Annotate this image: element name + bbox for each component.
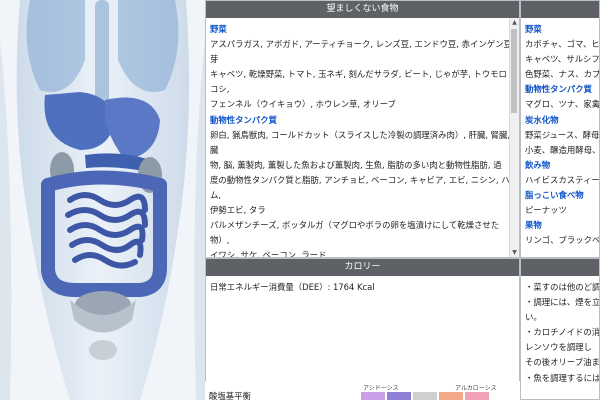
avoid-foods-title: 望ましくない食物 — [206, 1, 519, 18]
ph-scale-swatch — [361, 392, 385, 400]
note-item: い。 — [525, 312, 542, 323]
ph-scale-swatch — [387, 392, 411, 400]
recommend-foods-list: 野菜カボチャ、ゴマ、ヒマキャベツ、サルシファイ（西色野菜、ナス、カブ、リ動物性タ… — [521, 18, 599, 248]
recommend-food-item: ピーナッツ — [525, 205, 567, 216]
recommend-food-category: 動物性タンパク質 — [525, 84, 592, 95]
ph-scale-swatch — [465, 392, 489, 400]
ph-balance: 酸塩基平衡 アシドーシス アルカローシス — [205, 381, 520, 401]
avoid-foods-list: 野菜アスパラガス, アボガド, アーティチョーク, レンズ豆, エンドウ豆, 赤… — [206, 18, 519, 258]
recommend-food-item: リンゴ、ブラックベリー — [525, 235, 600, 246]
acidosis-label: アシドーシス — [363, 385, 399, 392]
notes-panel: ・菜すのは他のど調・調理には、煙を立たい。・カロチノイドの消化レンソウを調理しそ… — [520, 258, 600, 400]
anatomy-view[interactable] — [0, 0, 206, 400]
recommend-foods-header — [521, 1, 599, 18]
avoid-food-category: 動物性タンパク質 — [210, 114, 277, 125]
recommend-food-item: ハイビスカスティー、ロ — [525, 174, 600, 185]
recommend-food-item: カボチャ、ゴマ、ヒマ — [525, 39, 600, 50]
recommend-foods-panel: 野菜カボチャ、ゴマ、ヒマキャベツ、サルシファイ（西色野菜、ナス、カブ、リ動物性タ… — [520, 0, 600, 258]
avoid-food-category: 野菜 — [210, 24, 227, 34]
recommend-food-category: 果物 — [525, 220, 542, 231]
calorie-panel: カロリー 日常エネルギー消費量（DEE）: 1764 Kcal — [205, 258, 520, 382]
note-item: ・魚を調理するには、 — [525, 372, 600, 383]
note-item: レンソウを調理し — [525, 342, 592, 353]
note-item: その後オリーブ油まり — [525, 357, 600, 368]
ph-balance-label: 酸塩基平衡 — [209, 391, 251, 401]
calorie-title: カロリー — [206, 259, 519, 276]
scroll-up-icon[interactable]: ▲ — [510, 18, 519, 27]
avoid-foods-panel: 望ましくない食物 野菜アスパラガス, アボガド, アーティチョーク, レンズ豆,… — [205, 0, 520, 258]
recommend-food-item: キャベツ、サルシファイ（西 — [525, 54, 600, 65]
notes-header — [521, 259, 599, 276]
recommend-food-category: 飲み物 — [525, 159, 551, 170]
avoid-food-item: 卵白, 猟鳥獣肉, コールドカット（スライスした冷製の調理済み肉）, 肝臓, 腎… — [210, 129, 511, 155]
recommend-food-item: 色野菜、ナス、カブ、リ — [525, 69, 600, 80]
avoid-food-item: 度の動物性タンパク質と脂肪, アンチョビ, ベーコン, キャビア, エビ, ニシ… — [210, 174, 510, 201]
note-item: ・カロチノイドの消化 — [525, 327, 600, 338]
avoid-food-item: イワシ, サケ, ベーコン, ラード — [210, 250, 327, 258]
avoid-food-item: 伊勢エビ, タラ — [210, 205, 266, 216]
ph-scale-swatch — [439, 392, 463, 400]
notes-list: ・菜すのは他のど調・調理には、煙を立たい。・カロチノイドの消化レンソウを調理しそ… — [521, 276, 599, 386]
recommend-food-item: 野菜ジュース、酵母、 — [525, 129, 600, 140]
scrollbar-thumb[interactable] — [511, 29, 517, 113]
note-item: ・調理には、煙を立た — [525, 297, 600, 308]
recommend-food-item: 小麦、醸造用酵母、玄米 — [525, 144, 600, 155]
note-item: ・菜すのは他のど調 — [525, 282, 600, 292]
alkalosis-label: アルカローシス — [455, 385, 497, 392]
avoid-food-item: アスパラガス, アボガド, アーティチョーク, レンズ豆, エンドウ豆, 赤イン… — [210, 39, 515, 65]
avoid-foods-scrollbar[interactable]: ▲ ▼ — [509, 18, 519, 257]
calorie-text: 日常エネルギー消費量（DEE）: 1764 Kcal — [210, 282, 375, 292]
anatomy-illustration — [0, 0, 205, 400]
scroll-down-icon[interactable]: ▼ — [510, 248, 519, 257]
avoid-food-item: フェンネル（ウイキョウ）, ホウレン草, オリーブ — [210, 99, 396, 110]
recommend-food-category: 炭水化物 — [525, 114, 559, 125]
recommend-food-category: 脂っこい食べ物 — [525, 190, 584, 201]
recommend-food-category: 野菜 — [525, 24, 542, 34]
avoid-food-item: パルメザンチーズ, ボッタルガ（マグロやボラの卵を塩漬けにして乾燥させた物）, — [210, 220, 500, 246]
avoid-food-item: キャベツ, 乾燥野菜, トマト, 玉ネギ, 刻んだサラダ, ビート, じゃが芋,… — [210, 69, 507, 95]
ph-scale-swatch — [413, 392, 437, 400]
avoid-food-item: 物, 脳, 薫製肉, 薫製した魚および薫製肉, 生魚, 脂肪の多い肉と動物性脂肪… — [210, 159, 502, 170]
recommend-food-item: マグロ、ツナ、家禽類 — [525, 99, 600, 110]
